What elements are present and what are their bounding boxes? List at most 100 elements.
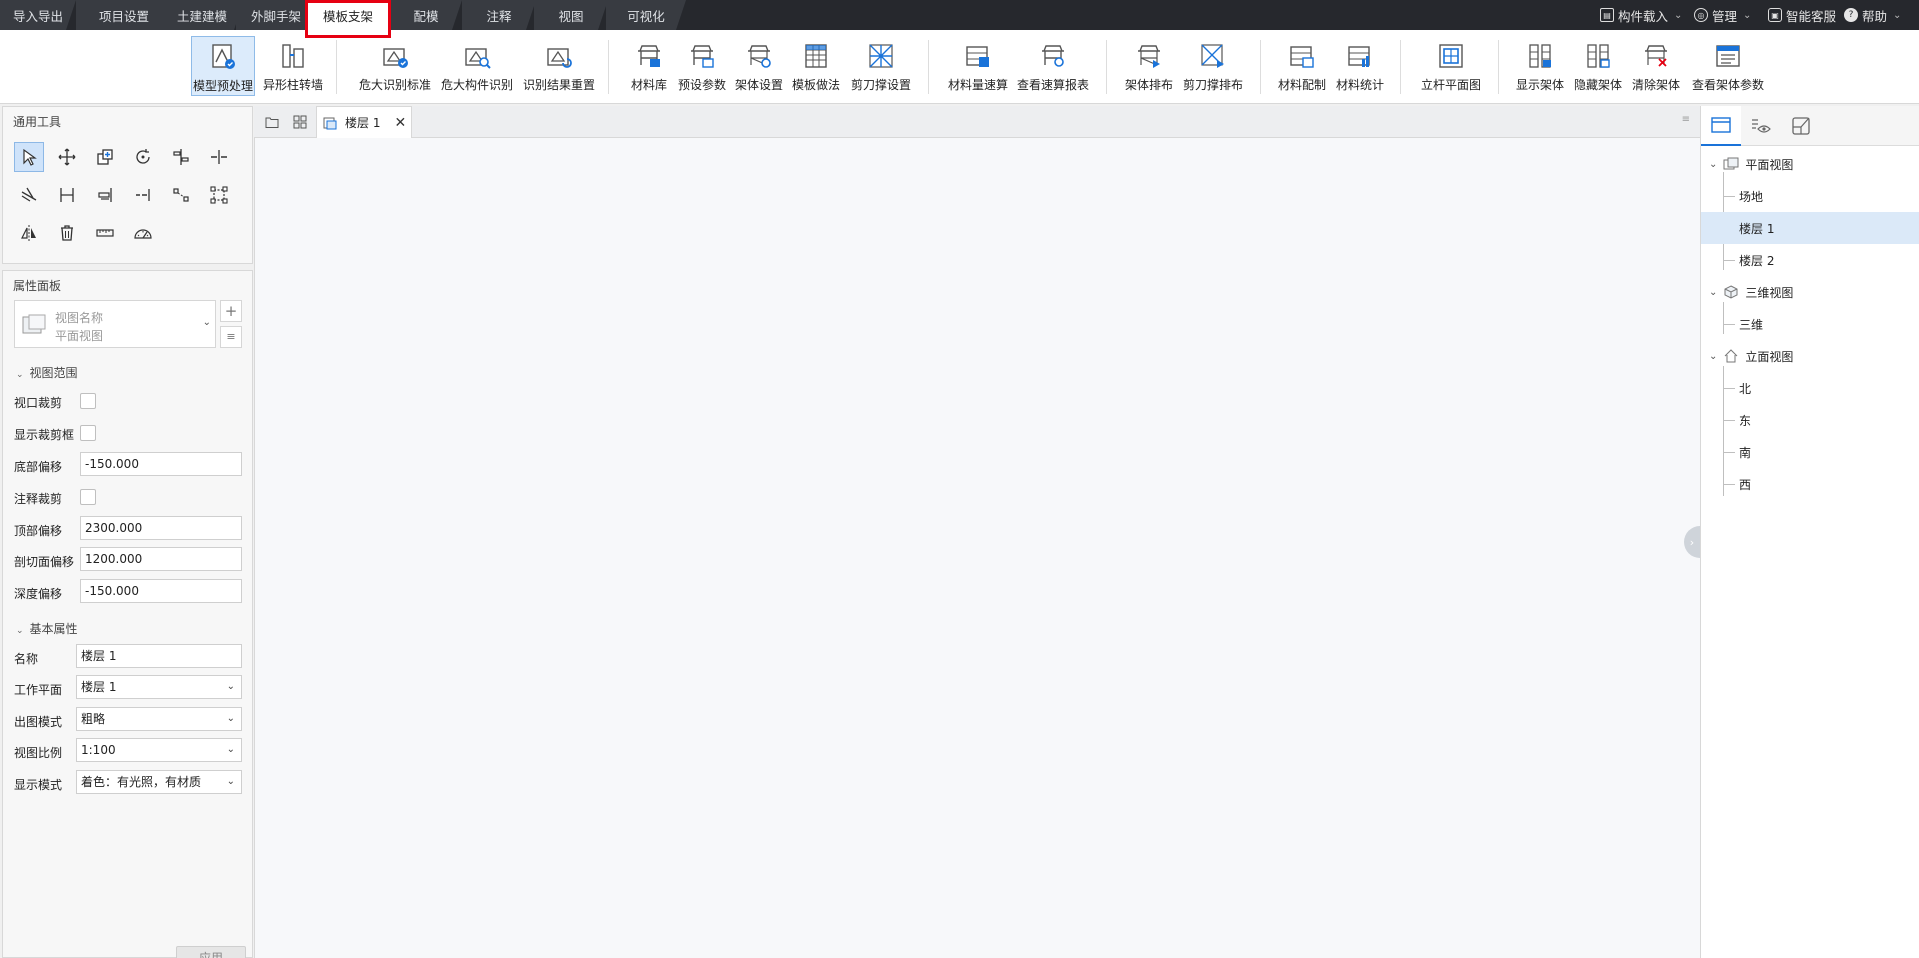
visibility-tab[interactable] — [1741, 106, 1781, 146]
chevron-down-icon: ⌄ — [16, 626, 24, 636]
clear-frame-button[interactable]: 清除架体 — [1630, 36, 1682, 96]
tab-formwork-matching[interactable]: 配模 — [390, 0, 462, 30]
hide-frame-button[interactable]: 隐藏架体 — [1572, 36, 1624, 96]
show-crop-box-label: 显示裁剪框 — [14, 428, 75, 442]
show-crop-box-checkbox[interactable] — [80, 425, 96, 441]
help-menu[interactable]: ? 帮助 ⌄ — [1844, 0, 1901, 30]
views-tab[interactable] — [1701, 106, 1741, 146]
preset-params-button[interactable]: 预设参数 — [676, 36, 728, 96]
tree-item-floor-1[interactable]: 楼层 1 — [1701, 212, 1919, 244]
split-tool[interactable] — [204, 142, 234, 172]
scissor-brace-layout-button[interactable]: 剪刀撑排布 — [1180, 36, 1246, 96]
select-tool[interactable] — [14, 142, 44, 172]
ai-service-button[interactable]: ▣ 智能客服 — [1768, 0, 1836, 30]
tile-views-button[interactable] — [290, 112, 310, 132]
tab-visualization[interactable]: 可视化 — [606, 0, 686, 30]
copy-tool[interactable] — [90, 142, 120, 172]
annotation-crop-checkbox[interactable] — [80, 489, 96, 505]
material-config-button[interactable]: 材料配制 — [1276, 36, 1328, 96]
tree-item-east[interactable]: 东 — [1701, 404, 1919, 436]
drawing-canvas[interactable] — [254, 138, 1700, 958]
cube-icon — [1724, 285, 1738, 299]
view-list-button[interactable]: ≡ — [220, 326, 242, 348]
tab-view[interactable]: 视图 — [534, 0, 608, 30]
angle-tool[interactable] — [128, 218, 158, 248]
tree-item-floor-2[interactable]: 楼层 2 — [1701, 244, 1919, 276]
mirror-tool[interactable] — [14, 218, 44, 248]
offset-tool[interactable] — [52, 180, 82, 210]
bottom-offset-input[interactable]: -150.000 — [80, 452, 242, 476]
tree-group-elevation-view[interactable]: ⌄ 立面视图 — [1701, 340, 1919, 372]
formwork-method-button[interactable]: 模板做法 — [790, 36, 842, 96]
depth-offset-input[interactable]: -150.000 — [80, 579, 242, 603]
trim-tool[interactable] — [14, 180, 44, 210]
rotate-tool[interactable] — [128, 142, 158, 172]
quick-calc-report-button[interactable]: 查看速算报表 — [1016, 36, 1090, 96]
delete-tool[interactable] — [52, 218, 82, 248]
doc-tab-floor-1[interactable]: 楼层 1 ✕ — [316, 106, 412, 138]
list-icon: ≡ — [226, 330, 236, 343]
tab-civil-modeling[interactable]: 土建建模 — [160, 0, 244, 30]
group-icon — [210, 186, 228, 204]
tab-annotation[interactable]: 注释 — [462, 0, 536, 30]
cut-plane-offset-input[interactable]: 1200.000 — [80, 547, 242, 571]
move-tool[interactable] — [52, 142, 82, 172]
display-mode-select[interactable]: 着色：有光照，有材质 ⌄ — [76, 770, 242, 794]
view-type-selector[interactable]: 视图名称 平面视图 ⌄ — [14, 300, 216, 348]
offset-icon — [60, 188, 74, 202]
section-view-range[interactable]: ⌄ 视图范围 — [16, 364, 78, 381]
tab-external-scaffold[interactable]: 外脚手架 — [236, 0, 316, 30]
frame-settings-button[interactable]: 架体设置 — [734, 36, 784, 96]
tree-group-plan-view[interactable]: ⌄ 平面视图 — [1701, 148, 1919, 180]
add-view-button[interactable]: + — [220, 300, 242, 322]
measure-tool[interactable] — [90, 218, 120, 248]
array-tool[interactable] — [166, 180, 196, 210]
extend-tool[interactable] — [90, 180, 120, 210]
tree-item-site[interactable]: 场地 — [1701, 180, 1919, 212]
tree-group-3d-view[interactable]: ⌄ 三维视图 — [1701, 276, 1919, 308]
tree-item-west[interactable]: 西 — [1701, 468, 1919, 500]
output-mode-select[interactable]: 粗略 ⌄ — [76, 707, 242, 731]
pole-plan-button[interactable]: 立杆平面图 — [1418, 36, 1484, 96]
section-basic-properties[interactable]: ⌄ 基本属性 — [16, 620, 78, 637]
align-tool[interactable] — [166, 142, 196, 172]
tab-menu-icon[interactable]: ≡ — [1682, 114, 1690, 125]
ruler-icon — [96, 229, 114, 237]
viewport-crop-checkbox[interactable] — [80, 393, 96, 409]
manage-menu[interactable]: ◎ 管理 ⌄ — [1694, 0, 1751, 30]
hazard-identify-button[interactable]: 危大构件识别 — [440, 36, 514, 96]
layout-tab[interactable] — [1781, 106, 1821, 146]
help-icon: ? — [1844, 8, 1858, 22]
show-frame-button[interactable]: 显示架体 — [1514, 36, 1566, 96]
column-to-wall-button[interactable]: 异形柱转墙 — [261, 36, 325, 96]
name-input[interactable]: 楼层 1 — [76, 644, 242, 668]
single-view-button[interactable] — [262, 112, 282, 132]
group-tool[interactable] — [204, 180, 234, 210]
tree-item-3d[interactable]: 三维 — [1701, 308, 1919, 340]
extend-single-tool[interactable] — [128, 180, 158, 210]
tree-item-south[interactable]: 南 — [1701, 436, 1919, 468]
bottom-offset-label: 底部偏移 — [14, 460, 63, 474]
material-library-button[interactable]: 材料库 — [628, 36, 670, 96]
view-scale-select[interactable]: 1:100 ⌄ — [76, 738, 242, 762]
work-plane-select[interactable]: 楼层 1 ⌄ — [76, 675, 242, 699]
frame-layout-button[interactable]: 架体排布 — [1122, 36, 1176, 96]
hazard-standard-button[interactable]: 危大识别标准 — [358, 36, 432, 96]
tab-project-settings[interactable]: 项目设置 — [76, 0, 172, 30]
close-icon[interactable]: ✕ — [394, 115, 406, 131]
tree-item-north[interactable]: 北 — [1701, 372, 1919, 404]
material-stats-button[interactable]: 材料统计 — [1334, 36, 1386, 96]
model-preprocess-button[interactable]: 模型预处理 — [191, 36, 255, 96]
scissor-brace-settings-button[interactable]: 剪刀撑设置 — [850, 36, 912, 96]
material-quick-calc-button[interactable]: 材料量速算 — [946, 36, 1010, 96]
reset-result-button[interactable]: 识别结果重置 — [522, 36, 596, 96]
plan-view-icon — [1723, 157, 1739, 170]
component-load-menu[interactable]: ▤ 构件载入 ⌄ — [1600, 0, 1682, 30]
ribbon-separator — [1400, 40, 1401, 94]
view-frame-params-button[interactable]: 查看架体参数 — [1690, 36, 1766, 96]
tab-import-export[interactable]: 导入导出 — [0, 0, 76, 30]
top-offset-input[interactable]: 2300.000 — [80, 516, 242, 540]
tab-formwork-support[interactable]: 模板支架 — [308, 0, 388, 30]
scissor-brace-settings-icon — [866, 41, 896, 71]
apply-button[interactable]: 应用 — [176, 946, 246, 958]
